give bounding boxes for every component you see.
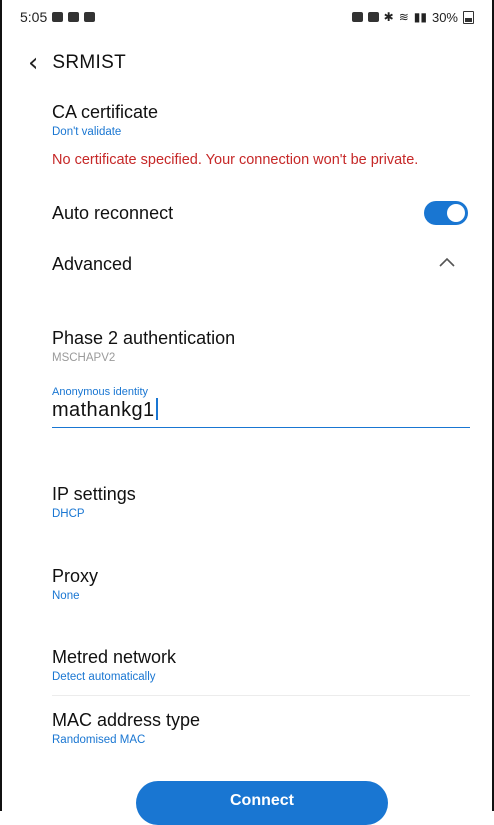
- page-title: SRMIST: [52, 52, 126, 73]
- auto-reconnect-toggle[interactable]: [424, 201, 468, 225]
- signal-icon: ▮▮: [413, 10, 427, 24]
- connect-button[interactable]: Connect: [136, 781, 388, 825]
- gallery-icon: [52, 12, 64, 22]
- chevron-left-icon[interactable]: ‹: [28, 50, 38, 76]
- ip-settings-label: IP settings: [52, 484, 136, 504]
- ip-settings-setting[interactable]: IP settings DHCP: [52, 484, 470, 520]
- anonymous-identity-value: mathankg1: [52, 399, 155, 421]
- battery-percent: 30%: [431, 9, 458, 25]
- bluetooth-icon: ✱: [383, 10, 394, 24]
- screen: 5:05 ✱ ≋ ▮▮ 30% ‹ SRMIST CA certificate …: [0, 0, 494, 825]
- proxy-label: Proxy: [52, 566, 99, 586]
- metered-network-setting[interactable]: Metred network Detect automatically: [52, 647, 470, 683]
- input-underline: [52, 427, 470, 428]
- advanced-section-header[interactable]: Advanced: [52, 254, 470, 275]
- metered-value: Detect automatically: [52, 671, 156, 683]
- ca-certificate-label: CA certificate: [52, 102, 159, 122]
- twitter-icon: [84, 12, 96, 22]
- ip-settings-value: DHCP: [52, 508, 85, 520]
- text-cursor: [155, 398, 158, 420]
- vibrate-icon: [367, 12, 379, 22]
- toggle-knob: [447, 204, 465, 222]
- proxy-setting[interactable]: Proxy None: [52, 566, 470, 602]
- divider: [52, 695, 470, 696]
- metered-label: Metred network: [52, 647, 177, 667]
- status-bar: 5:05 ✱ ≋ ▮▮ 30%: [20, 0, 474, 34]
- app-bar: ‹ SRMIST: [28, 45, 126, 81]
- chevron-up-icon[interactable]: [437, 252, 457, 272]
- ca-certificate-value: Don't validate: [52, 126, 122, 138]
- anonymous-identity-label: Anonymous identity: [52, 386, 148, 398]
- auto-reconnect-setting[interactable]: Auto reconnect: [52, 203, 470, 224]
- notification-bell-icon: [68, 12, 80, 22]
- mac-value: Randomised MAC: [52, 734, 146, 746]
- status-time: 5:05: [20, 9, 48, 25]
- proxy-value: None: [52, 590, 80, 602]
- mac-address-setting[interactable]: MAC address type Randomised MAC: [52, 710, 470, 746]
- alarm-icon: [351, 12, 363, 22]
- advanced-label: Advanced: [52, 254, 133, 274]
- phase2-label: Phase 2 authentication: [52, 328, 236, 348]
- auto-reconnect-label: Auto reconnect: [52, 203, 174, 223]
- anonymous-identity-input[interactable]: mathankg1: [52, 398, 158, 422]
- mac-label: MAC address type: [52, 710, 201, 730]
- frame-border-left: [0, 0, 2, 811]
- ca-certificate-setting[interactable]: CA certificate Don't validate: [52, 102, 470, 138]
- phase2-value: MSCHAPV2: [52, 352, 116, 364]
- battery-icon: [463, 10, 474, 24]
- phase2-authentication-setting[interactable]: Phase 2 authentication MSCHAPV2: [52, 328, 470, 364]
- certificate-warning: No certificate specified. Your connectio…: [52, 152, 419, 168]
- wifi-icon: ≋: [398, 10, 409, 24]
